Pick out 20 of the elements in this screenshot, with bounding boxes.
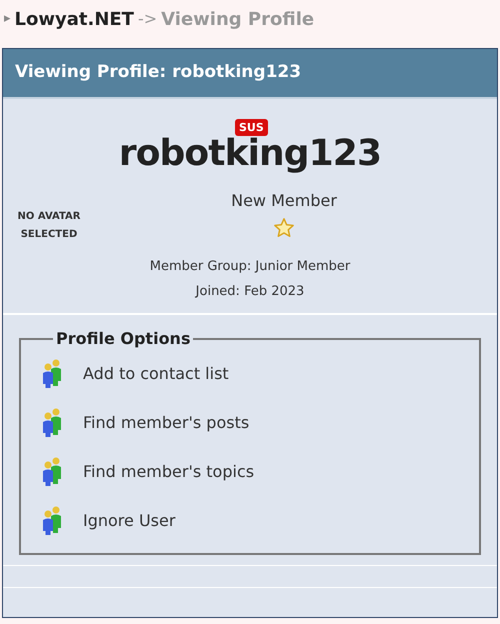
profile-option-link[interactable]: Add to contact list	[83, 362, 229, 386]
people-icon	[41, 408, 63, 438]
member-group: Member Group: Junior Member	[150, 257, 350, 276]
people-icon	[41, 506, 63, 536]
profile-options-title: Profile Options	[55, 328, 192, 350]
panel-title: Viewing Profile: robotking123	[15, 61, 302, 84]
breadcrumb-separator: ->	[138, 8, 158, 30]
people-icon	[41, 457, 63, 487]
profile-option-link[interactable]: Find member's posts	[83, 411, 250, 435]
profile-option-link[interactable]: Ignore User	[83, 509, 176, 533]
site-link[interactable]: Lowyat.NET	[14, 6, 134, 32]
people-icon	[41, 359, 63, 389]
sus-badge: SUS	[235, 119, 268, 136]
star-icon	[273, 217, 295, 239]
current-page: Viewing Profile	[161, 8, 314, 32]
joined-date: Joined: Feb 2023	[196, 282, 304, 300]
profile-option-link[interactable]: Find member's topics	[83, 460, 254, 484]
avatar-caption: NO AVATAR SELECTED	[16, 210, 82, 242]
breadcrumb-arrow: ▸	[4, 10, 11, 28]
member-rank: New Member	[231, 190, 337, 212]
